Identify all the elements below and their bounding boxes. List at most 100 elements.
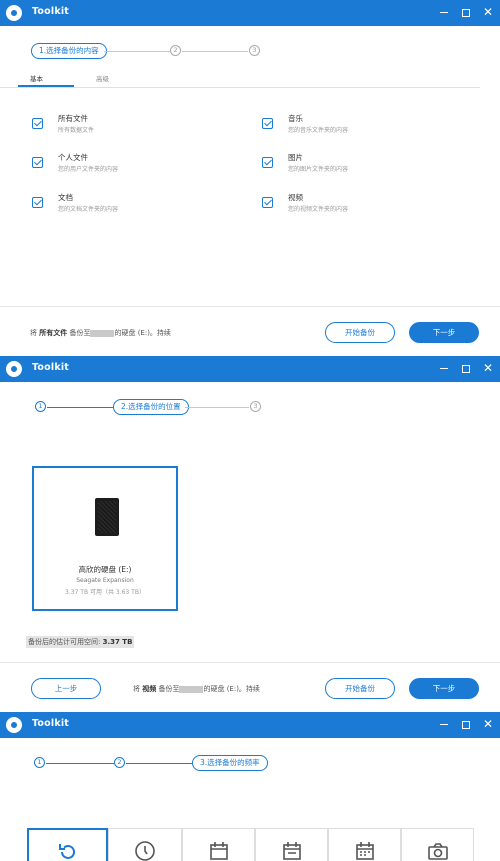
frequency-snapshot[interactable] xyxy=(401,828,474,861)
start-backup-button[interactable]: 开始备份 xyxy=(325,322,395,343)
active-tab-indicator xyxy=(18,85,74,87)
next-button[interactable]: 下一步 xyxy=(409,322,479,343)
monthly-calendar-icon xyxy=(355,842,374,860)
videos-checkbox[interactable] xyxy=(262,197,273,208)
frequency-continuous[interactable] xyxy=(27,828,108,861)
clock-icon xyxy=(135,841,155,861)
step-connector xyxy=(182,51,248,52)
pictures-checkbox[interactable] xyxy=(262,157,273,168)
step-2-circle: 2 xyxy=(114,757,125,768)
disk-option-selected[interactable]: 高欣的硬盘 (E:) Seagate Expansion 3.37 TB 可用（… xyxy=(32,466,178,611)
category-personal-files[interactable]: 个人文件 您的用户文件夹的内容 xyxy=(32,152,232,178)
category-videos[interactable]: 视频 您的视频文件夹的内容 xyxy=(262,192,462,218)
backup-summary: 将 所有文件 备份至 的硬盘 (E:)。持续 xyxy=(30,328,171,338)
maximize-icon xyxy=(462,720,470,729)
summary-prefix: 将 xyxy=(133,685,140,693)
summary-content: 所有文件 xyxy=(39,329,68,337)
backup-summary: 将 视频 备份至 的硬盘 (E:)。持续 xyxy=(133,684,260,694)
category-pictures[interactable]: 图片 您的图片文件夹的内容 xyxy=(262,152,462,178)
close-button[interactable]: ✕ xyxy=(480,716,496,732)
maximize-button[interactable] xyxy=(458,360,474,376)
step-connector xyxy=(46,763,114,764)
estimate-value: 3.37 TB xyxy=(102,638,133,646)
app-title: Toolkit xyxy=(32,362,70,373)
category-all-files[interactable]: 所有文件 所有数据文件 xyxy=(32,113,232,139)
title-bar[interactable]: Toolkit ✕ xyxy=(0,0,500,26)
disk-capacity: 3.37 TB 可用（共 3.63 TB） xyxy=(65,589,145,596)
maximize-button[interactable] xyxy=(458,4,474,20)
weekly-calendar-icon xyxy=(282,842,301,860)
step-1-circle: 1 xyxy=(35,401,46,412)
step-1-circle: 1 xyxy=(34,757,45,768)
summary-destination: 的硬盘 (E:)。持续 xyxy=(114,329,171,337)
maximize-icon xyxy=(462,8,470,17)
step-2-active: 2.选择备份的位置 xyxy=(113,399,189,415)
close-button[interactable]: ✕ xyxy=(480,4,496,20)
daily-calendar-icon xyxy=(209,842,228,860)
start-backup-button[interactable]: 开始备份 xyxy=(325,678,395,699)
summary-destination: 的硬盘 (E:)。持续 xyxy=(203,685,260,693)
music-checkbox[interactable] xyxy=(262,118,273,129)
category-music[interactable]: 音乐 您的音乐文件夹的内容 xyxy=(262,113,462,139)
maximize-button[interactable] xyxy=(458,716,474,732)
frequency-daily[interactable] xyxy=(182,828,255,861)
category-title: 所有文件 xyxy=(58,114,88,123)
step-1-active: 1.选择备份的内容 xyxy=(31,43,107,59)
disk-model: Seagate Expansion xyxy=(76,577,134,584)
category-desc: 您的文档文件夹的内容 xyxy=(58,206,119,213)
step-2-circle: 2 xyxy=(170,45,181,56)
category-title: 文档 xyxy=(58,193,73,202)
content-tabs: 基本 高级 xyxy=(0,70,480,88)
frequency-weekly[interactable] xyxy=(255,828,328,861)
personal-files-checkbox[interactable] xyxy=(32,157,43,168)
maximize-icon xyxy=(462,364,470,373)
footer-divider xyxy=(0,662,500,663)
external-drive-icon xyxy=(95,498,119,536)
tab-advanced[interactable]: 高级 xyxy=(96,73,109,83)
category-desc: 您的图片文件夹的内容 xyxy=(288,166,349,173)
step-3-circle: 3 xyxy=(250,401,261,412)
tab-basic[interactable]: 基本 xyxy=(30,73,43,83)
estimate-label: 备份后的估计可用空间: xyxy=(28,638,101,646)
step-indicator: 1 2.选择备份的位置 3 xyxy=(0,398,500,416)
redacted-name xyxy=(179,685,204,693)
minimize-button[interactable] xyxy=(436,360,452,376)
category-desc: 您的视频文件夹的内容 xyxy=(288,206,349,213)
backup-frequency-window: Toolkit ✕ 1 2 3.选择备份的频率 xyxy=(0,712,500,861)
previous-button[interactable]: 上一步 xyxy=(31,678,101,699)
toolkit-logo-icon xyxy=(6,361,22,377)
summary-prefix: 将 xyxy=(30,329,37,337)
toolkit-logo-icon xyxy=(6,717,22,733)
step-indicator: 1 2 3.选择备份的频率 xyxy=(0,754,500,772)
app-title: Toolkit xyxy=(32,718,70,729)
next-button[interactable]: 下一步 xyxy=(409,678,479,699)
step-connector xyxy=(104,51,170,52)
category-documents[interactable]: 文档 您的文档文件夹的内容 xyxy=(32,192,232,218)
summary-mid: 备份至 xyxy=(69,329,91,337)
category-title: 图片 xyxy=(288,153,303,162)
backup-location-window: Toolkit ✕ 1 2.选择备份的位置 3 高欣的硬盘 (E:) Seaga… xyxy=(0,356,500,712)
minimize-button[interactable] xyxy=(436,716,452,732)
toolkit-logo-icon xyxy=(6,5,22,21)
step-indicator: 1.选择备份的内容 2 3 xyxy=(0,42,500,60)
step-3-circle: 3 xyxy=(249,45,260,56)
minimize-icon xyxy=(440,723,448,726)
all-files-checkbox[interactable] xyxy=(32,118,43,129)
estimated-free-space: 备份后的估计可用空间: 3.37 TB xyxy=(26,636,135,648)
disk-name: 高欣的硬盘 (E:) xyxy=(78,565,132,574)
minimize-button[interactable] xyxy=(436,4,452,20)
close-button[interactable]: ✕ xyxy=(480,360,496,376)
app-title: Toolkit xyxy=(32,6,70,17)
step-connector xyxy=(185,407,249,408)
backup-content-window: Toolkit ✕ 1.选择备份的内容 2 3 基本 高级 所有文件 所有数据文… xyxy=(0,0,500,356)
step-3-active: 3.选择备份的频率 xyxy=(192,755,268,771)
footer-divider xyxy=(0,306,500,307)
summary-content: 视频 xyxy=(142,685,157,693)
step-connector xyxy=(126,763,192,764)
category-title: 个人文件 xyxy=(58,153,88,162)
frequency-hourly[interactable] xyxy=(108,828,182,861)
documents-checkbox[interactable] xyxy=(32,197,43,208)
title-bar[interactable]: Toolkit ✕ xyxy=(0,356,500,382)
title-bar[interactable]: Toolkit ✕ xyxy=(0,712,500,738)
frequency-monthly[interactable] xyxy=(328,828,401,861)
